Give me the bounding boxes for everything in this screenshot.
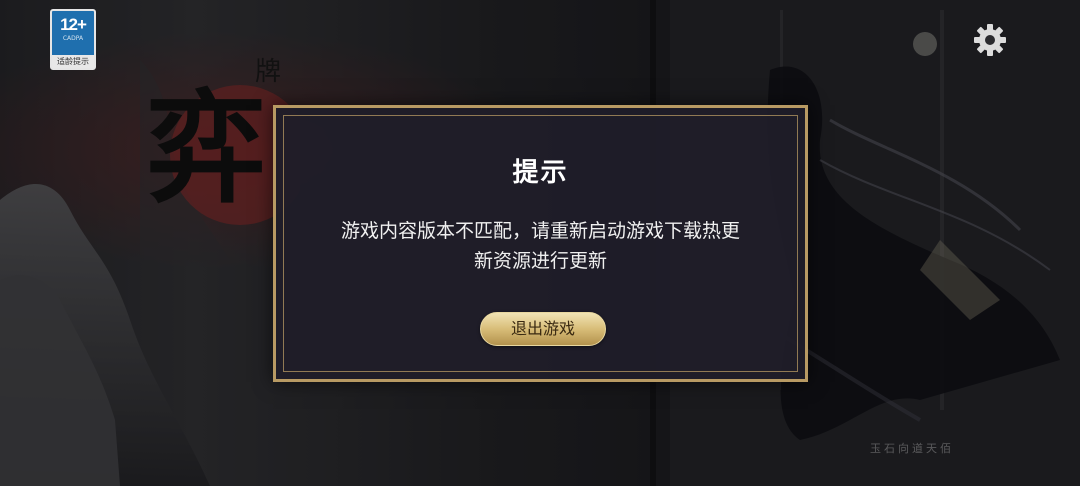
logo-subcharacter: 牌	[255, 57, 281, 87]
logo-character: 弈	[146, 78, 266, 219]
dialog-message-line-2: 新资源进行更新	[473, 250, 607, 272]
exit-game-button[interactable]: 退出游戏	[480, 312, 606, 346]
settings-gear-icon[interactable]	[972, 22, 1008, 58]
age-rating-number: 12+	[60, 15, 87, 34]
update-required-dialog: 提示 游戏内容版本不匹配，请重新启动游戏下载热更 新资源进行更新 退出游戏	[273, 105, 808, 382]
age-rating-label: 适龄提示	[52, 55, 94, 68]
age-rating-badge: 12+ CADPA 适龄提示	[50, 9, 96, 70]
dialog-title: 提示	[512, 158, 569, 188]
artist-signature: 玉石向道天佰	[870, 442, 954, 455]
age-rating-caption: CADPA	[62, 35, 84, 42]
dialog-message: 游戏内容版本不匹配，请重新启动游戏下载热更 新资源进行更新	[308, 216, 773, 276]
dialog-message-line-1: 游戏内容版本不匹配，请重新启动游戏下载热更	[340, 220, 740, 242]
game-screen: 12+ CADPA 适龄提示 弈 牌 玉石向道天佰 提示 游戏内容版本不匹配，请…	[0, 0, 1080, 486]
